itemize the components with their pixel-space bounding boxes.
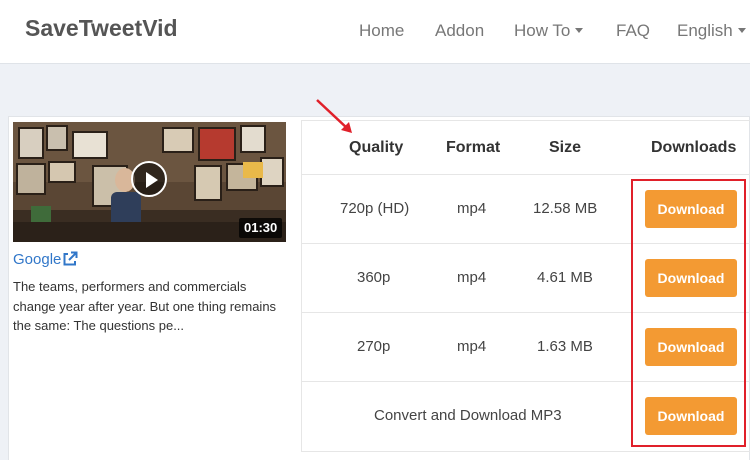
nav-home[interactable]: Home xyxy=(359,21,404,41)
nav-how-to-label: How To xyxy=(514,21,571,40)
video-duration: 01:30 xyxy=(239,218,283,238)
nav-faq[interactable]: FAQ xyxy=(616,21,650,41)
row-size: 1.63 MB xyxy=(537,338,593,355)
row-format: mp4 xyxy=(457,200,487,217)
row-size: 4.61 MB xyxy=(537,269,593,286)
play-button[interactable] xyxy=(131,161,167,197)
external-link-icon[interactable] xyxy=(62,251,78,267)
video-description: The teams, performers and commercials ch… xyxy=(13,279,277,333)
row-size: 12.58 MB xyxy=(533,200,598,217)
highlight-box xyxy=(631,179,746,447)
row-quality: 720p (HD) xyxy=(340,200,410,217)
nav-language[interactable]: English xyxy=(677,21,746,41)
chevron-down-icon xyxy=(575,28,584,34)
arrow-icon xyxy=(316,99,352,133)
row-format: mp4 xyxy=(457,338,487,355)
header-quality: Quality xyxy=(349,139,404,156)
row-quality: 270p xyxy=(357,338,391,355)
site-logo[interactable]: SaveTweetVid xyxy=(25,15,178,42)
row-quality: 360p xyxy=(357,269,391,286)
row-divider xyxy=(302,174,750,175)
header-size: Size xyxy=(549,139,582,156)
nav-how-to[interactable]: How To xyxy=(514,21,584,41)
header-format: Format xyxy=(446,139,501,156)
nav-addon[interactable]: Addon xyxy=(435,21,484,41)
source-link[interactable]: Google xyxy=(13,251,61,268)
header-downloads: Downloads xyxy=(651,139,737,156)
nav-language-label: English xyxy=(677,21,733,40)
chevron-down-icon xyxy=(737,28,746,34)
mp3-label: Convert and Download MP3 xyxy=(374,407,562,424)
play-icon xyxy=(146,172,158,188)
row-format: mp4 xyxy=(457,269,487,286)
